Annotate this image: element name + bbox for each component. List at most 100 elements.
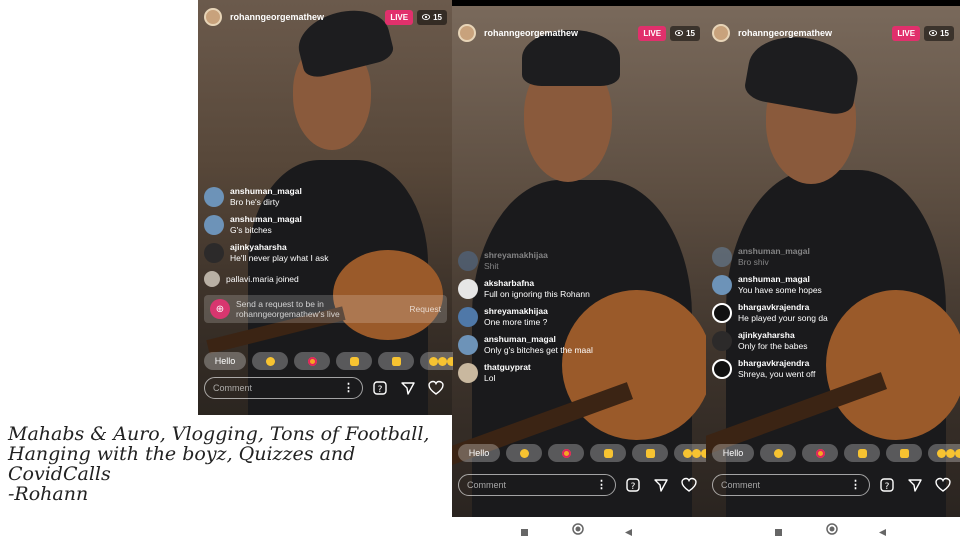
comment-username[interactable]: ajinkyaharsha xyxy=(738,330,807,341)
commenter-avatar xyxy=(458,251,478,271)
reaction-hello[interactable]: Hello xyxy=(712,444,754,462)
request-text-1: Send a request to be in xyxy=(236,299,324,309)
comment-text: Full on ignoring this Rohann xyxy=(484,289,590,299)
eye-icon xyxy=(422,14,431,20)
viewer-count-value: 15 xyxy=(686,28,695,38)
host-avatar[interactable] xyxy=(204,8,222,26)
comment-item: anshuman_magal Bro he's dirty xyxy=(204,186,447,208)
host-avatar[interactable] xyxy=(712,24,730,42)
viewer-count[interactable]: 15 xyxy=(670,25,700,41)
comment-username[interactable]: anshuman_magal xyxy=(738,246,810,257)
nav-back-icon[interactable] xyxy=(624,524,633,540)
host-username[interactable]: rohanngeorgemathew xyxy=(484,28,638,38)
comment-username[interactable]: ajinkyaharsha xyxy=(230,242,328,253)
live-header: rohanngeorgemathew LIVE 15 xyxy=(458,22,700,44)
laugh-emoji-icon xyxy=(519,448,529,458)
comment-username[interactable]: anshuman_magal xyxy=(738,274,822,285)
viewer-count-value: 15 xyxy=(433,12,442,22)
more-dots-icon[interactable]: ⋮ xyxy=(596,480,607,491)
laugh-emoji-icon xyxy=(773,448,783,458)
comment-item: anshuman_magal You have some hopes xyxy=(712,274,954,296)
comment-feed: shreyamakhijaa Shit aksharbafna Full on ig… xyxy=(458,250,700,390)
reaction-heart-eyes[interactable] xyxy=(548,444,584,462)
comment-username[interactable]: bhargavkrajendra xyxy=(738,358,815,369)
comment-username[interactable]: thatguyprat xyxy=(484,362,531,373)
reaction-laugh-triple[interactable] xyxy=(420,352,453,370)
viewer-count[interactable]: 15 xyxy=(417,9,447,25)
reaction-thumbs-up[interactable] xyxy=(632,444,668,462)
reaction-clap[interactable] xyxy=(336,352,372,370)
question-sticker-icon[interactable]: ? xyxy=(622,477,644,493)
viewer-count[interactable]: 15 xyxy=(924,25,954,41)
host-username[interactable]: rohanngeorgemathew xyxy=(230,12,385,22)
comment-text: Bro shiv xyxy=(738,257,769,267)
commenter-avatar xyxy=(204,187,224,207)
reaction-clap[interactable] xyxy=(844,444,880,462)
comment-feed: anshuman_magal Bro he's dirty anshuman_ma… xyxy=(204,186,447,323)
heart-icon[interactable] xyxy=(932,477,954,493)
laugh-emoji-icon xyxy=(682,448,692,458)
host-avatar[interactable] xyxy=(458,24,476,42)
laugh-emoji-icon xyxy=(428,356,438,366)
nav-circle-icon[interactable] xyxy=(572,522,584,540)
nav-square-icon[interactable] xyxy=(520,524,529,540)
question-sticker-icon[interactable]: ? xyxy=(876,477,898,493)
reaction-laugh[interactable] xyxy=(252,352,288,370)
request-button[interactable]: Request xyxy=(409,304,441,314)
reaction-clap[interactable] xyxy=(590,444,626,462)
commenter-avatar xyxy=(712,247,732,267)
comment-username[interactable]: anshuman_magal xyxy=(230,186,302,197)
comment-username[interactable]: aksharbafna xyxy=(484,278,590,289)
live-badge: LIVE xyxy=(892,25,921,41)
comment-input[interactable]: Comment ⋮ xyxy=(712,474,870,496)
commenter-avatar xyxy=(458,363,478,383)
laugh-emoji-icon xyxy=(446,356,453,366)
heart-icon[interactable] xyxy=(425,380,447,396)
reaction-laugh[interactable] xyxy=(506,444,542,462)
nav-circle-icon[interactable] xyxy=(826,522,838,540)
host-username[interactable]: rohanngeorgemathew xyxy=(738,28,892,38)
comment-item: shreyamakhijaa Shit xyxy=(458,250,700,272)
comment-input[interactable]: Comment ⋮ xyxy=(204,377,363,399)
nav-back-icon[interactable] xyxy=(878,524,887,540)
comment-text: G's bitches xyxy=(230,225,272,235)
reaction-hello[interactable]: Hello xyxy=(458,444,500,462)
send-icon[interactable] xyxy=(650,477,672,493)
comment-username[interactable]: shreyamakhijaa xyxy=(484,306,548,317)
comment-input[interactable]: Comment ⋮ xyxy=(458,474,616,496)
reaction-laugh-triple[interactable] xyxy=(674,444,706,462)
laugh-emoji-icon xyxy=(945,448,955,458)
heart-icon[interactable] xyxy=(678,477,700,493)
commenter-avatar xyxy=(458,279,478,299)
reaction-heart-eyes[interactable] xyxy=(802,444,838,462)
request-to-join[interactable]: ⊕ Send a request to be in rohanngeorgema… xyxy=(204,295,447,323)
caption-line-4: -Rohann xyxy=(8,483,89,505)
comment-placeholder: Comment xyxy=(213,383,253,393)
nav-square-icon[interactable] xyxy=(774,524,783,540)
commenter-avatar xyxy=(204,243,224,263)
live-screenshot-2: rohanngeorgemathew LIVE 15 shreyamakhija… xyxy=(452,0,706,517)
send-icon[interactable] xyxy=(904,477,926,493)
reaction-heart-eyes[interactable] xyxy=(294,352,330,370)
question-sticker-icon[interactable]: ? xyxy=(369,380,391,396)
send-icon[interactable] xyxy=(397,380,419,396)
reaction-thumbs-up[interactable] xyxy=(378,352,414,370)
comment-placeholder: Comment xyxy=(721,480,761,490)
comment-item: anshuman_magal Only g's bitches get the m… xyxy=(458,334,700,356)
laugh-emoji-icon xyxy=(954,448,960,458)
comment-username[interactable]: bhargavkrajendra xyxy=(738,302,828,313)
comment-item: shreyamakhijaa One more time ? xyxy=(458,306,700,328)
comment-username[interactable]: shreyamakhijaa xyxy=(484,250,548,261)
comment-username[interactable]: anshuman_magal xyxy=(484,334,593,345)
more-dots-icon[interactable]: ⋮ xyxy=(343,383,354,394)
more-dots-icon[interactable]: ⋮ xyxy=(850,480,861,491)
reaction-laugh[interactable] xyxy=(760,444,796,462)
reaction-hello[interactable]: Hello xyxy=(204,352,246,370)
comment-text: One more time ? xyxy=(484,317,548,327)
reaction-laugh-triple[interactable] xyxy=(928,444,960,462)
comment-username[interactable]: anshuman_magal xyxy=(230,214,302,225)
laugh-emoji-icon xyxy=(437,356,447,366)
reaction-thumbs-up[interactable] xyxy=(886,444,922,462)
thumbs-up-emoji-icon xyxy=(899,448,909,458)
join-notice: pallavi.maria joined xyxy=(204,270,447,287)
